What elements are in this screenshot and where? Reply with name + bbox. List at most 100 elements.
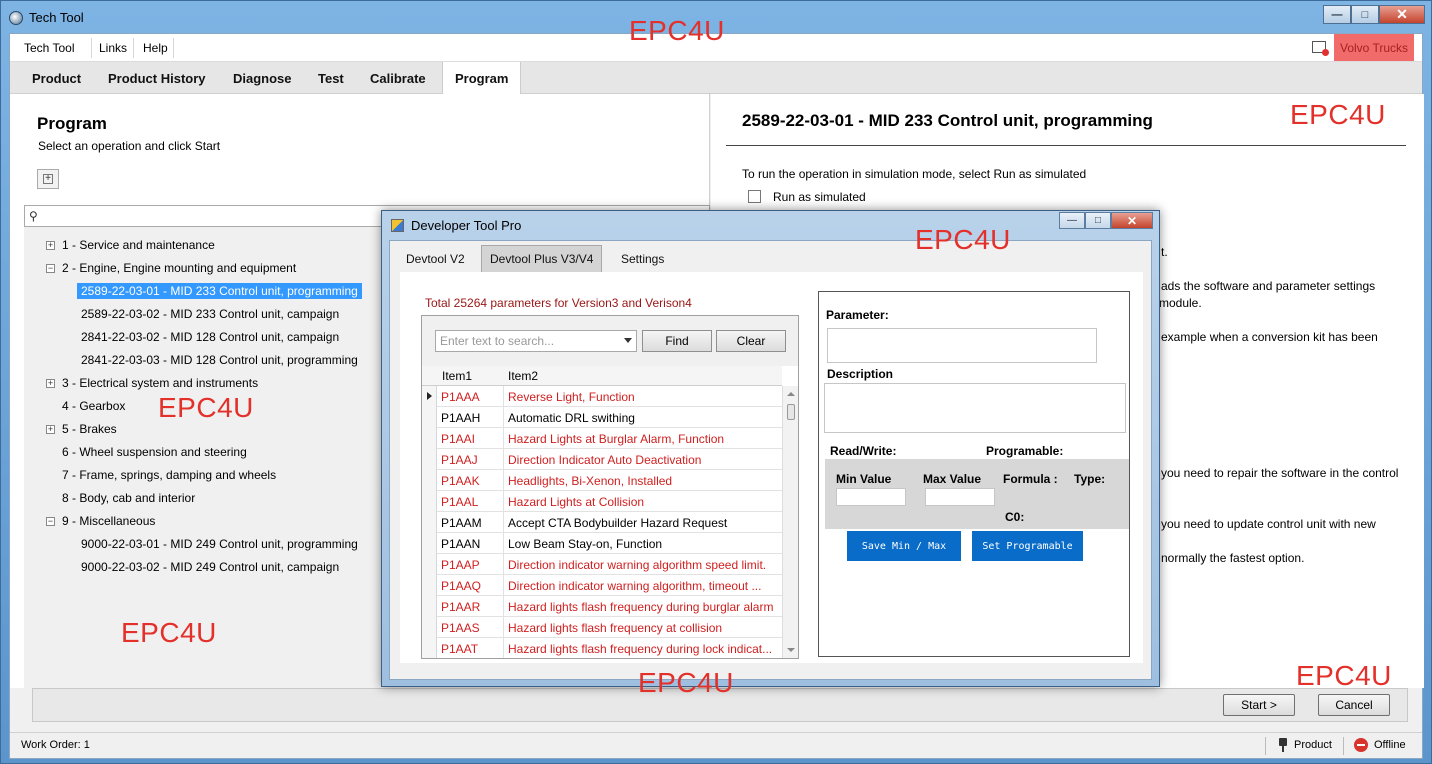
cell-item1[interactable]: P1AAK [437, 470, 504, 491]
tree-node[interactable]: 6 - Wheel suspension and steering [62, 445, 247, 459]
tab-program[interactable]: Program [442, 62, 522, 94]
scroll-down-icon[interactable] [787, 648, 795, 652]
cell-item2[interactable]: Low Beam Stay-on, Function [504, 533, 782, 554]
table-row[interactable]: P1AAR Hazard lights flash frequency durin… [422, 596, 782, 617]
cell-item1[interactable]: P1AAA [437, 386, 504, 407]
row-header[interactable] [422, 554, 437, 575]
maximize-button[interactable]: □ [1351, 5, 1379, 24]
table-row[interactable]: P1AAH Automatic DRL swithing [422, 407, 782, 428]
close-button[interactable]: ✕ [1379, 5, 1425, 24]
dialog-minimize-button[interactable]: — [1059, 212, 1085, 229]
tree-node[interactable]: 9 - Miscellaneous [62, 514, 155, 528]
table-row[interactable]: P1AAN Low Beam Stay-on, Function [422, 533, 782, 554]
cell-item1[interactable]: P1AAR [437, 596, 504, 617]
scroll-up-icon[interactable] [787, 392, 795, 396]
cell-item2[interactable]: Accept CTA Bodybuilder Hazard Request [504, 512, 782, 533]
table-row[interactable]: P1AAK Headlights, Bi-Xenon, Installed [422, 470, 782, 491]
table-row[interactable]: P1AAM Accept CTA Bodybuilder Hazard Reque… [422, 512, 782, 533]
set-programable-button[interactable]: Set Programable [972, 531, 1083, 561]
cell-item2[interactable]: Hazard Lights at Burglar Alarm, Function [504, 428, 782, 449]
tree-node[interactable]: 1 - Service and maintenance [62, 238, 215, 252]
collapse-toggle-icon[interactable]: − [46, 517, 55, 526]
cell-item1[interactable]: P1AAJ [437, 449, 504, 470]
save-min-max-button[interactable]: Save Min / Max [847, 531, 961, 561]
notification-icon[interactable] [1312, 41, 1329, 56]
cell-item1[interactable]: P1AAM [437, 512, 504, 533]
row-header[interactable] [422, 386, 437, 407]
tab-diagnose[interactable]: Diagnose [221, 62, 304, 94]
row-header[interactable] [422, 533, 437, 554]
find-button[interactable]: Find [642, 330, 712, 352]
cell-item2[interactable]: Reverse Light, Function [504, 386, 782, 407]
row-header[interactable] [422, 428, 437, 449]
expand-toggle-icon[interactable]: + [46, 425, 55, 434]
cell-item2[interactable]: Automatic DRL swithing [504, 407, 782, 428]
row-header[interactable] [422, 449, 437, 470]
expand-toggle-icon[interactable]: + [46, 379, 55, 388]
expand-all-button[interactable]: + [37, 169, 59, 189]
row-header[interactable] [422, 491, 437, 512]
tab-devtool-plus[interactable]: Devtool Plus V3/V4 [481, 245, 603, 272]
menu-tech-tool[interactable]: Tech Tool [24, 41, 74, 55]
tab-calibrate[interactable]: Calibrate [358, 62, 438, 94]
cell-item1[interactable]: P1AAL [437, 491, 504, 512]
table-row[interactable]: P1AAA Reverse Light, Function [422, 386, 782, 407]
clear-button[interactable]: Clear [716, 330, 786, 352]
cell-item1[interactable]: P1AAS [437, 617, 504, 638]
cell-item2[interactable]: Hazard Lights at Collision [504, 491, 782, 512]
dialog-maximize-button[interactable]: □ [1085, 212, 1111, 229]
tree-node[interactable]: 7 - Frame, springs, damping and wheels [62, 468, 276, 482]
dialog-close-button[interactable]: ✕ [1111, 212, 1153, 229]
cell-item1[interactable]: P1AAQ [437, 575, 504, 596]
tab-product[interactable]: Product [20, 62, 93, 94]
tree-node[interactable]: 9000-22-03-01 - MID 249 Control unit, pr… [81, 537, 358, 551]
minimize-button[interactable]: — [1323, 5, 1351, 24]
parameter-search-combo[interactable]: Enter text to search... [435, 330, 637, 352]
tab-product-history[interactable]: Product History [96, 62, 218, 94]
tree-node[interactable]: 9000-22-03-02 - MID 249 Control unit, ca… [81, 560, 339, 574]
table-row[interactable]: P1AAT Hazard lights flash frequency durin… [422, 638, 782, 658]
table-row[interactable]: P1AAQ Direction indicator warning algorit… [422, 575, 782, 596]
table-row[interactable]: P1AAP Direction indicator warning algorit… [422, 554, 782, 575]
tree-node[interactable]: 2589-22-03-02 - MID 233 Control unit, ca… [81, 307, 339, 321]
collapse-toggle-icon[interactable]: − [46, 264, 55, 273]
row-header[interactable] [422, 596, 437, 617]
cell-item2[interactable]: Headlights, Bi-Xenon, Installed [504, 470, 782, 491]
tree-node[interactable]: 2841-22-03-02 - MID 128 Control unit, ca… [81, 330, 339, 344]
cell-item1[interactable]: P1AAN [437, 533, 504, 554]
cell-item2[interactable]: Hazard lights flash frequency during loc… [504, 638, 782, 658]
dropdown-arrow-icon[interactable] [624, 338, 632, 343]
table-row[interactable]: P1AAS Hazard lights flash frequency at co… [422, 617, 782, 638]
cell-item1[interactable]: P1AAT [437, 638, 504, 658]
tree-node[interactable]: 5 - Brakes [62, 422, 117, 436]
cell-item2[interactable]: Direction indicator warning algorithm sp… [504, 554, 782, 575]
expand-toggle-icon[interactable]: + [46, 241, 55, 250]
cell-item2[interactable]: Hazard lights flash frequency at collisi… [504, 617, 782, 638]
cancel-button[interactable]: Cancel [1318, 694, 1390, 716]
tree-node[interactable]: 4 - Gearbox [62, 399, 125, 413]
row-header[interactable] [422, 638, 437, 658]
tab-test[interactable]: Test [306, 62, 356, 94]
row-header[interactable] [422, 575, 437, 596]
start-button[interactable]: Start > [1223, 694, 1295, 716]
table-row[interactable]: P1AAI Hazard Lights at Burglar Alarm, Fun… [422, 428, 782, 449]
tree-node-selected[interactable]: 2589-22-03-01 - MID 233 Control unit, pr… [77, 283, 362, 299]
menu-help[interactable]: Help [143, 41, 168, 55]
table-row[interactable]: P1AAL Hazard Lights at Collision [422, 491, 782, 512]
cell-item1[interactable]: P1AAP [437, 554, 504, 575]
description-field[interactable] [824, 383, 1126, 433]
max-value-field[interactable] [925, 488, 995, 506]
row-header[interactable] [422, 617, 437, 638]
cell-item1[interactable]: P1AAI [437, 428, 504, 449]
row-header[interactable] [422, 470, 437, 491]
cell-item1[interactable]: P1AAH [437, 407, 504, 428]
min-value-field[interactable] [836, 488, 906, 506]
cell-item2[interactable]: Direction indicator warning algorithm, t… [504, 575, 782, 596]
column-header-item2[interactable]: Item2 [508, 369, 538, 383]
menu-links[interactable]: Links [99, 41, 127, 55]
cell-item2[interactable]: Hazard lights flash frequency during bur… [504, 596, 782, 617]
parameter-field[interactable] [827, 328, 1097, 363]
tree-node[interactable]: 2 - Engine, Engine mounting and equipmen… [62, 261, 296, 275]
tree-node[interactable]: 8 - Body, cab and interior [62, 491, 195, 505]
column-header-item1[interactable]: Item1 [442, 369, 472, 383]
